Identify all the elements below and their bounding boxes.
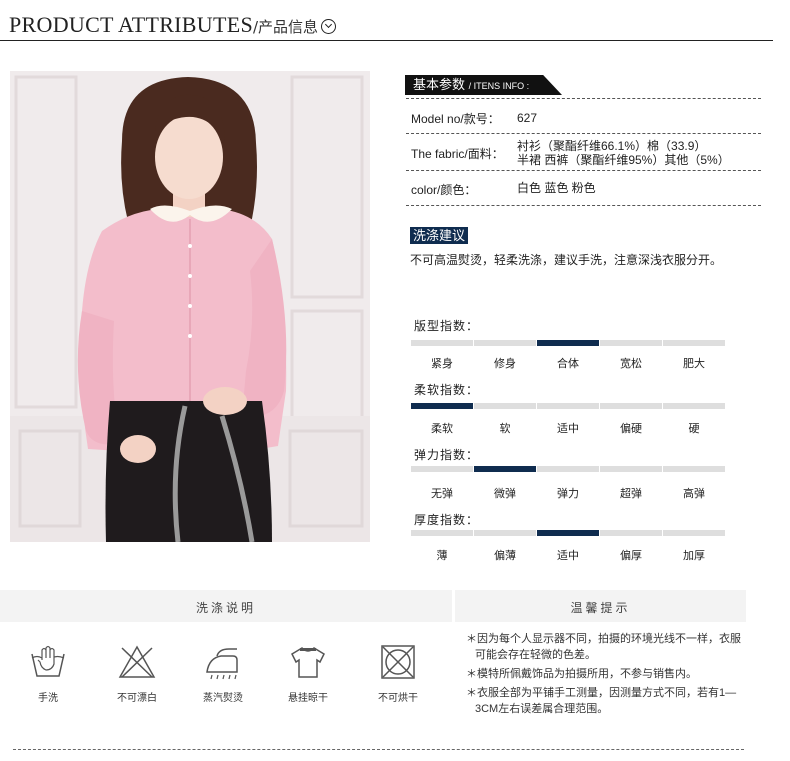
- care-label: 悬挂晾干: [288, 693, 328, 704]
- care-heading: 洗涤说明: [0, 590, 452, 622]
- param-key-fabric: The fabric/面料：: [411, 147, 504, 161]
- index-option: 偏厚: [620, 550, 642, 562]
- section-title-en: PRODUCT ATTRIBUTES: [9, 12, 253, 37]
- params-label: 基本参数 / ITENS INFO :: [405, 75, 562, 95]
- index-title: 版型指数：: [414, 319, 480, 333]
- index-bar-segment: [663, 403, 725, 409]
- index-option: 高弹: [683, 488, 705, 500]
- section-header: PRODUCT ATTRIBUTES/产品信息: [0, 0, 790, 44]
- care-item-hang-dry: 悬挂晾干: [268, 644, 348, 704]
- index-option: 紧身: [431, 358, 453, 370]
- index-option: 薄: [436, 550, 448, 562]
- wash-advice-label: 洗涤建议: [410, 227, 469, 244]
- index-title: 柔软指数：: [414, 383, 480, 397]
- index-bar-segment-selected: [411, 403, 473, 409]
- index-option: 宽松: [620, 358, 642, 370]
- no-tumble-dry-icon: [358, 644, 438, 680]
- section-title: PRODUCT ATTRIBUTES/产品信息: [9, 12, 337, 38]
- index-option: 柔软: [431, 423, 453, 435]
- tips-heading: 温馨提示: [455, 590, 746, 622]
- care-label: 不可烘干: [378, 693, 418, 704]
- params-label-cn: 基本参数: [413, 77, 466, 92]
- index-bar-segment: [411, 530, 473, 536]
- divider: [406, 98, 761, 99]
- index-bar-segment: [663, 530, 725, 536]
- index-option: 适中: [557, 550, 579, 562]
- steam-iron-icon: [183, 644, 263, 680]
- index-bar-segment: [474, 530, 536, 536]
- hang-dry-icon: [268, 644, 348, 680]
- tip-item: ＊模特所佩戴饰品为拍摄所用，不参与销售内。: [466, 668, 697, 680]
- index-option: 加厚: [683, 550, 705, 562]
- index-bar-segment: [411, 466, 473, 472]
- care-icons: 手洗 不可漂白 蒸汽熨烫 悬挂晾干 不可烘干: [0, 622, 440, 718]
- param-key-color: color/颜色：: [411, 183, 477, 197]
- index-bar-segment-selected: [537, 530, 599, 536]
- index-bar-segment: [537, 403, 599, 409]
- index-option: 修身: [494, 358, 516, 370]
- index-option: 偏薄: [494, 550, 516, 562]
- care-item-no-bleach: 不可漂白: [97, 644, 177, 704]
- index-title: 弹力指数：: [414, 448, 480, 462]
- care-label: 蒸汽熨烫: [203, 693, 243, 704]
- index-option: 硬: [688, 423, 700, 435]
- param-key-model: Model no/款号：: [411, 112, 500, 126]
- divider: [406, 133, 761, 134]
- index-option: 超弹: [620, 488, 642, 500]
- param-value-fabric-2: 半裙 西裤（聚酯纤维95%）其他（5%）: [517, 153, 730, 167]
- divider: [406, 170, 761, 171]
- index-bar-segment: [663, 340, 725, 346]
- section-title-cn: /产品信息: [252, 18, 319, 36]
- index-bar-segment: [537, 466, 599, 472]
- tips-heading-text: 温馨提示: [570, 601, 631, 615]
- product-photo: [10, 71, 370, 542]
- care-heading-text: 洗涤说明: [195, 601, 256, 615]
- index-bar-segment: [474, 340, 536, 346]
- care-label: 不可漂白: [117, 693, 157, 704]
- index-bar-segment: [600, 403, 662, 409]
- index-bar-segment-selected: [474, 466, 536, 472]
- index-option: 肥大: [683, 358, 705, 370]
- tip-item: ＊衣服全部为平铺手工测量，因测量方式不同，若有1—3CM左右误差属合理范围。: [466, 687, 737, 715]
- params-label-en: / ITENS INFO :: [468, 81, 530, 91]
- index-option: 软: [499, 423, 511, 435]
- index-bar-segment: [600, 466, 662, 472]
- care-item-no-tumble-dry: 不可烘干: [358, 644, 438, 704]
- param-value-fabric: 衬衫（聚酯纤维66.1%）棉（33.9）: [517, 139, 707, 153]
- divider: [406, 205, 761, 206]
- index-bar-segment-selected: [537, 340, 599, 346]
- header-divider: [0, 40, 773, 41]
- care-item-steam-iron: 蒸汽熨烫: [183, 644, 263, 704]
- index-option: 适中: [557, 423, 579, 435]
- param-value-model: 627: [517, 111, 538, 125]
- wash-advice-text: 不可高温熨烫，轻柔洗涤，建议手洗，注意深浅衣服分开。: [410, 253, 723, 267]
- care-label: 手洗: [38, 693, 58, 704]
- index-bar-segment: [663, 466, 725, 472]
- index-option: 微弹: [494, 488, 516, 500]
- index-bar-segment: [474, 403, 536, 409]
- index-bar-segment: [600, 530, 662, 536]
- no-bleach-icon: [97, 644, 177, 680]
- index-option: 无弹: [431, 488, 453, 500]
- index-title: 厚度指数：: [414, 513, 480, 527]
- index-bar-segment: [600, 340, 662, 346]
- tips-list: ＊因为每个人显示器不同，拍摄的环境光线不一样，衣服可能会存在轻微的色差。 ＊模特…: [466, 631, 746, 720]
- tip-item: ＊因为每个人显示器不同，拍摄的环境光线不一样，衣服可能会存在轻微的色差。: [466, 633, 741, 661]
- param-value-color: 白色 蓝色 粉色: [517, 181, 596, 195]
- footer-divider: [13, 749, 744, 750]
- hand-wash-icon: [8, 644, 88, 680]
- index-option: 合体: [557, 358, 579, 370]
- index-option: 偏硬: [620, 423, 642, 435]
- care-item-hand-wash: 手洗: [8, 644, 88, 704]
- index-bar-segment: [411, 340, 473, 346]
- chevron-down-icon[interactable]: [321, 19, 337, 34]
- index-option: 弹力: [557, 488, 579, 500]
